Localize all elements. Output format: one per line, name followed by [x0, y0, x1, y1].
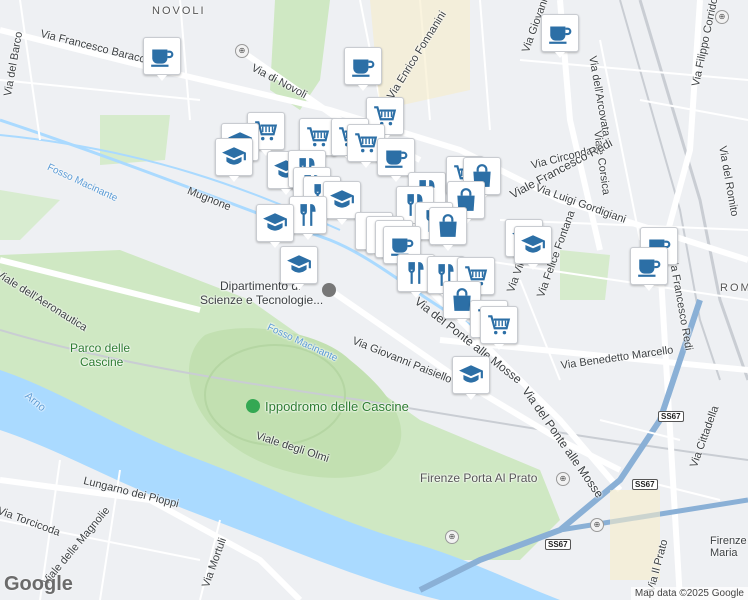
- coffee-cup-marker[interactable]: [541, 14, 579, 58]
- road-shield: SS67: [658, 411, 684, 422]
- graduation-cap-marker[interactable]: [452, 356, 490, 400]
- coffee-cup-marker[interactable]: [630, 247, 668, 291]
- graduation-cap-icon: [329, 187, 355, 213]
- map-attribution: Map data ©2025 Google: [630, 587, 748, 600]
- google-logo: Google: [4, 573, 73, 595]
- graduation-cap-marker[interactable]: [256, 204, 294, 248]
- transit-icon[interactable]: ⊕: [715, 10, 729, 24]
- graduation-cap-marker[interactable]: [280, 246, 318, 290]
- shopping-cart-icon: [486, 312, 512, 338]
- transit-icon[interactable]: ⊕: [590, 518, 604, 532]
- map-base-layer: [0, 0, 748, 600]
- road-shield: SS67: [545, 539, 571, 550]
- shopping-bag-icon: [435, 213, 461, 239]
- graduation-cap-icon: [520, 232, 546, 258]
- shopping-cart-icon: [305, 124, 331, 150]
- coffee-cup-marker[interactable]: [344, 47, 382, 91]
- coffee-cup-icon: [383, 144, 409, 170]
- graduation-cap-icon: [458, 362, 484, 388]
- fork-knife-marker[interactable]: [289, 196, 327, 240]
- district-label: ROMI: [720, 282, 748, 294]
- graduation-cap-icon: [286, 252, 312, 278]
- fork-knife-icon: [295, 202, 321, 228]
- transit-icon[interactable]: ⊕: [445, 530, 459, 544]
- coffee-cup-marker[interactable]: [143, 37, 181, 81]
- park-label: Cascine: [80, 355, 124, 369]
- graduation-cap-marker[interactable]: [514, 226, 552, 270]
- district-label-novoli: NOVOLI: [152, 5, 206, 17]
- park-label: Parco delle: [70, 341, 131, 355]
- transit-icon[interactable]: ⊕: [235, 44, 249, 58]
- shopping-cart-marker[interactable]: [480, 306, 518, 350]
- school-marker-icon[interactable]: [322, 283, 336, 297]
- coffee-cup-icon: [636, 253, 662, 279]
- poi-label-ippodromo[interactable]: Ippodromo delle Cascine: [265, 400, 409, 413]
- coffee-cup-icon: [547, 20, 573, 46]
- graduation-cap-icon: [221, 144, 247, 170]
- shopping-bag-marker[interactable]: [429, 207, 467, 251]
- train-station-icon[interactable]: ⊕: [556, 472, 570, 486]
- coffee-cup-marker[interactable]: [377, 138, 415, 182]
- park-marker-icon[interactable]: [246, 399, 260, 413]
- coffee-cup-icon: [350, 53, 376, 79]
- map-canvas[interactable]: NOVOLI Via Francesco Baracca Via del Bar…: [0, 0, 748, 600]
- fork-knife-icon: [403, 260, 429, 286]
- graduation-cap-icon: [262, 210, 288, 236]
- shopping-cart-icon: [353, 130, 379, 156]
- coffee-cup-icon: [149, 43, 175, 69]
- poi-label-department[interactable]: Scienze e Tecnologie...: [200, 294, 323, 306]
- station-label[interactable]: Firenze Porta Al Prato: [420, 472, 537, 484]
- place-label: Firenze Maria: [710, 535, 747, 559]
- graduation-cap-marker[interactable]: [215, 138, 253, 182]
- road-shield: SS67: [632, 479, 658, 490]
